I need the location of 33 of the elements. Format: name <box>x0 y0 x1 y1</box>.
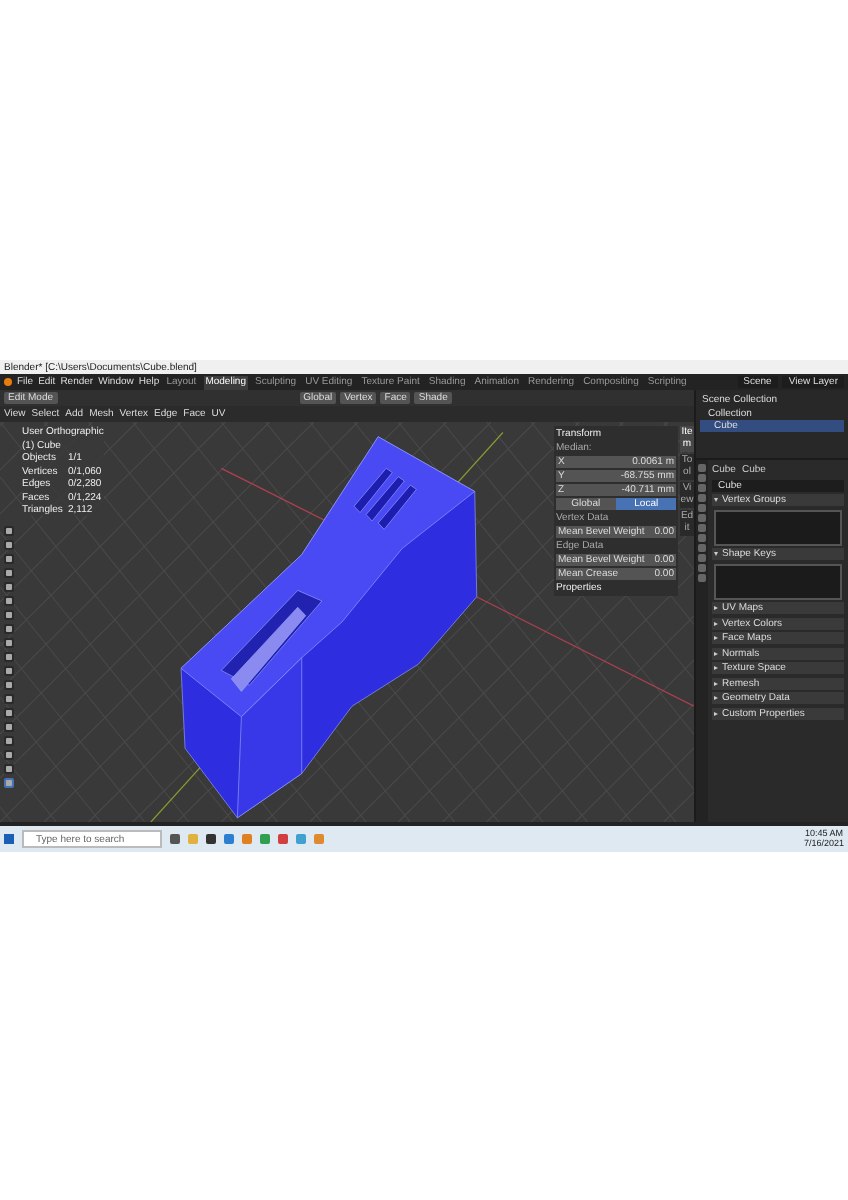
tool-button[interactable] <box>4 554 14 564</box>
tool-button[interactable] <box>4 540 14 550</box>
caret-icon[interactable] <box>714 621 718 625</box>
caret-icon[interactable] <box>714 651 718 655</box>
logo-icon[interactable] <box>4 378 12 386</box>
tool-button[interactable] <box>4 750 14 760</box>
tool-button[interactable] <box>4 736 14 746</box>
tool-button[interactable] <box>4 596 14 606</box>
tool-button[interactable] <box>4 666 14 676</box>
list-box <box>714 563 842 599</box>
caret-icon[interactable] <box>714 498 718 502</box>
caret-icon[interactable] <box>714 666 718 670</box>
tool-button[interactable] <box>4 526 14 536</box>
start-icon[interactable] <box>4 834 14 844</box>
caret-icon[interactable] <box>714 711 718 715</box>
tool-button[interactable] <box>4 694 14 704</box>
list-box <box>714 509 842 545</box>
tool-button[interactable] <box>4 652 14 662</box>
tool-button[interactable] <box>4 582 14 592</box>
tool-button[interactable] <box>4 624 14 634</box>
tool-button[interactable] <box>4 722 14 732</box>
tool-button[interactable] <box>4 638 14 648</box>
caret-icon[interactable] <box>714 636 718 640</box>
tool-button[interactable] <box>4 680 14 690</box>
tool-button[interactable] <box>4 764 14 774</box>
tool-button[interactable] <box>4 610 14 620</box>
caret-icon[interactable] <box>714 552 718 556</box>
caret-icon[interactable] <box>714 696 718 700</box>
tool-button[interactable] <box>4 568 14 578</box>
tool-button[interactable] <box>4 708 14 718</box>
caret-icon[interactable] <box>714 606 718 610</box>
tool-button[interactable] <box>4 778 14 788</box>
caret-icon[interactable] <box>714 681 718 685</box>
